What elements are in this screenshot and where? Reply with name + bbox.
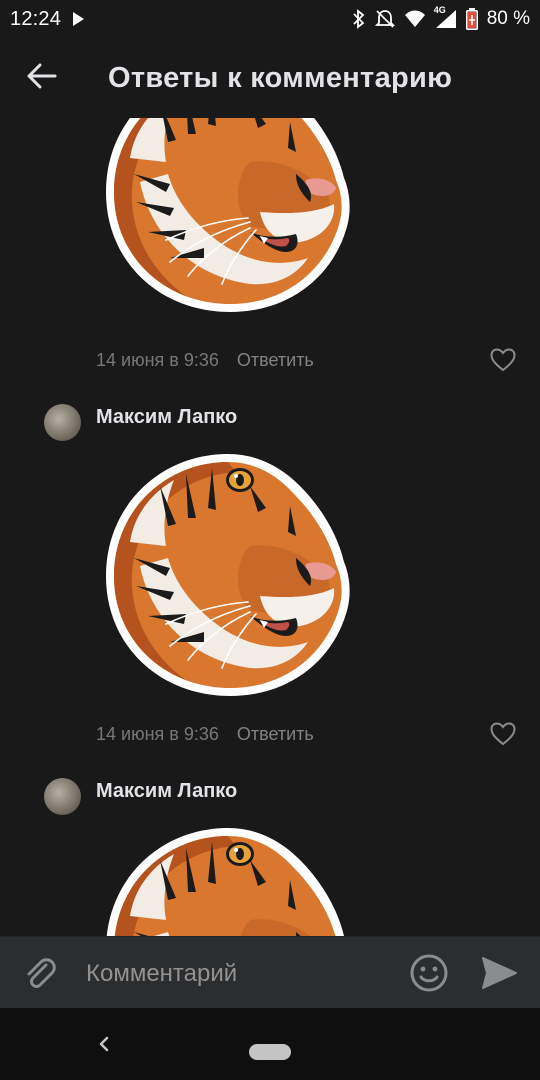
reply-button[interactable]: Ответить xyxy=(237,724,314,745)
bell-off-icon xyxy=(374,9,395,29)
back-button[interactable] xyxy=(0,38,84,118)
bluetooth-icon xyxy=(352,9,366,29)
send-button[interactable] xyxy=(478,952,520,994)
like-button[interactable] xyxy=(490,348,518,374)
tiger-sticker xyxy=(100,118,356,318)
signal-icon: 4G xyxy=(434,5,457,29)
like-button[interactable] xyxy=(490,722,518,748)
heart-icon xyxy=(490,722,516,746)
comment-date: 14 июня в 9:36 xyxy=(96,350,219,370)
nav-back-button[interactable] xyxy=(92,1030,116,1058)
tiger-sticker xyxy=(100,820,356,936)
author-name[interactable]: Максим Лапко xyxy=(96,780,237,803)
heart-icon xyxy=(490,348,516,372)
emoji-button[interactable] xyxy=(408,952,450,994)
wifi-icon xyxy=(404,10,426,28)
emoji-icon xyxy=(410,954,448,992)
battery-icon xyxy=(465,8,478,30)
comment-meta: 14 июня в 9:36 Ответить xyxy=(96,350,314,371)
network-label: 4G xyxy=(433,5,446,15)
send-icon xyxy=(482,957,517,989)
back-arrow-icon xyxy=(27,63,57,94)
status-time: 12:24 xyxy=(10,7,62,30)
chevron-left-icon xyxy=(99,1036,109,1052)
system-nav-bar xyxy=(0,1008,540,1080)
attach-button[interactable] xyxy=(20,953,60,993)
screen: 12:24 4G 80 % Ответы к комментарию 14 ию… xyxy=(0,0,540,1080)
author-name[interactable]: Максим Лапко xyxy=(96,406,237,429)
nav-home-pill[interactable] xyxy=(249,1044,291,1060)
avatar[interactable] xyxy=(44,404,81,441)
comment-meta: 14 июня в 9:36 Ответить xyxy=(96,724,314,745)
header: Ответы к комментарию xyxy=(0,38,540,118)
reply-button[interactable]: Ответить xyxy=(237,350,314,371)
status-bar: 12:24 4G 80 % xyxy=(0,0,540,38)
comment-date: 14 июня в 9:36 xyxy=(96,724,219,744)
page-title: Ответы к комментарию xyxy=(108,61,453,94)
play-icon xyxy=(70,11,86,27)
comments-list[interactable]: 14 июня в 9:36 Ответить Максим Лапко 14 … xyxy=(0,118,540,936)
avatar[interactable] xyxy=(44,778,81,815)
battery-percent: 80 % xyxy=(486,8,530,29)
attach-icon xyxy=(27,958,56,988)
comment-input-bar xyxy=(0,936,540,1008)
tiger-sticker xyxy=(100,446,356,702)
comment-field[interactable] xyxy=(84,951,398,997)
